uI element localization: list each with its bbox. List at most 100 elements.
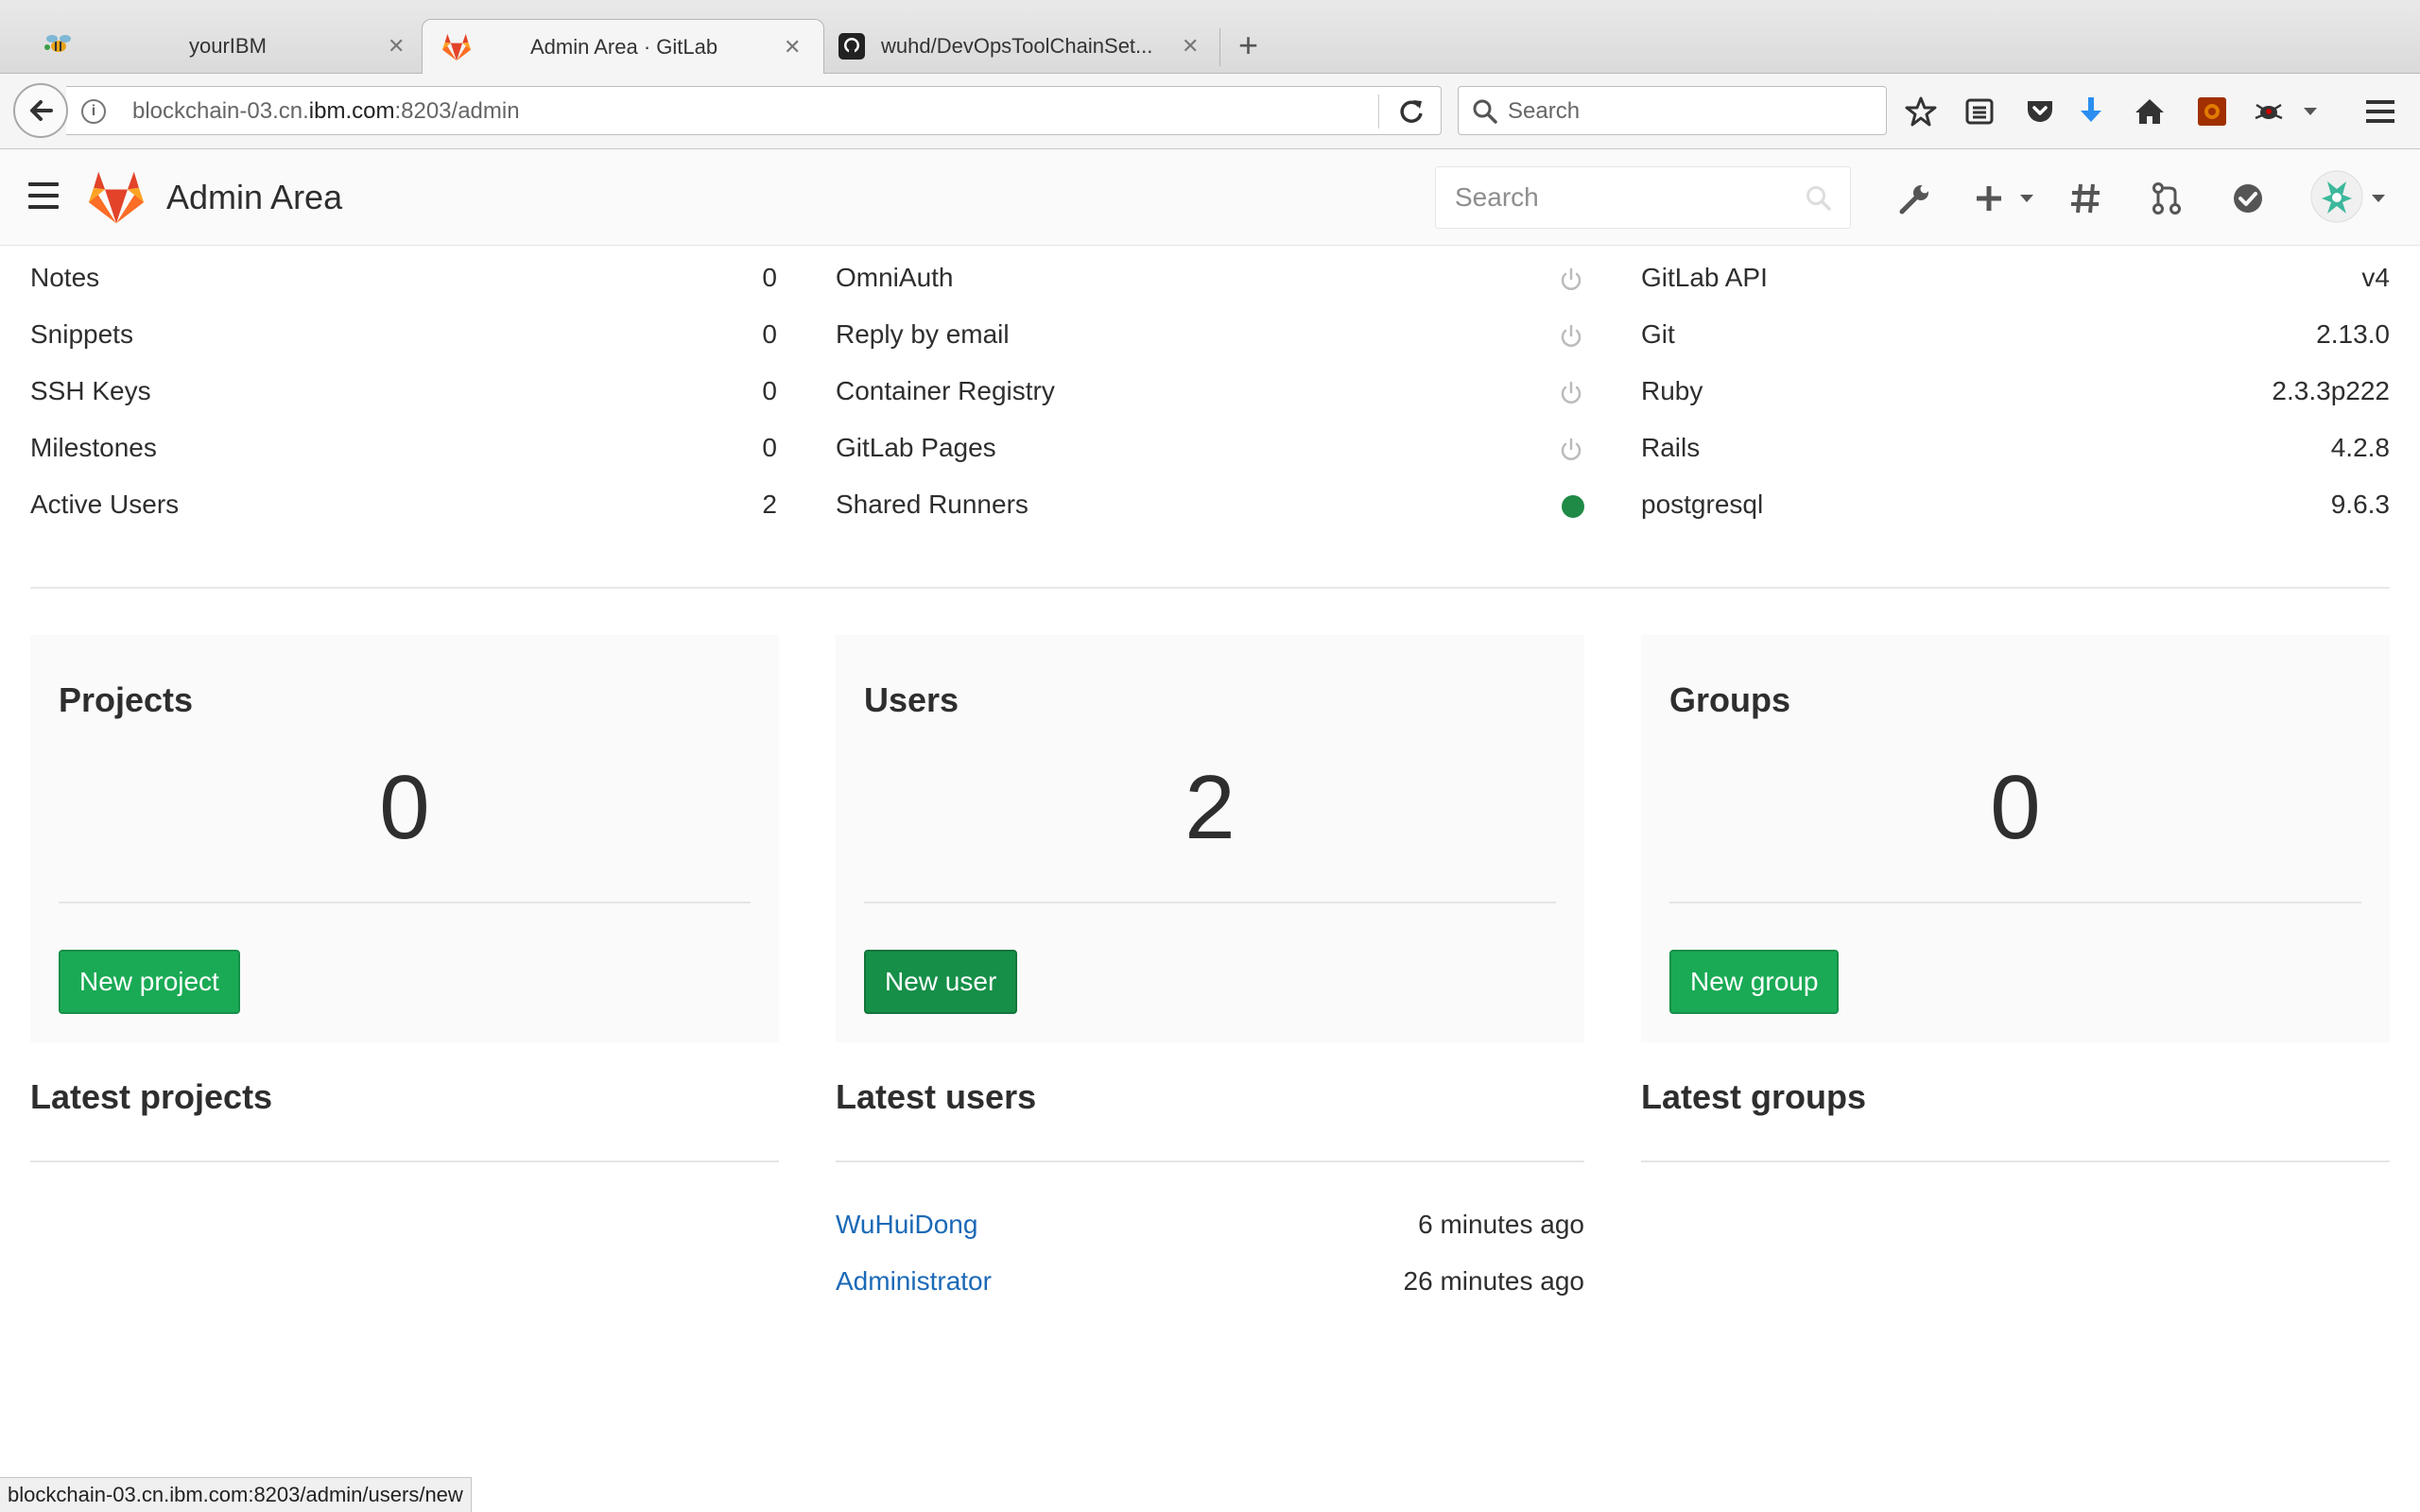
stat-label: Notes [30,263,100,292]
tab-close-icon[interactable]: ✕ [1182,34,1199,59]
projects-count: 0 [379,757,430,858]
stat-value: 0 [762,433,777,462]
component-row: Ruby 2.3.3p222 [1641,367,2390,423]
feature-label: Reply by email [836,319,1010,349]
tab-title: wuhd/DevOpsToolChainSet... [881,34,1153,58]
browser-status-bar: blockchain-03.cn.ibm.com:8203/admin/user… [0,1477,472,1512]
tab-separator [1219,28,1220,66]
tab-github[interactable]: wuhd/DevOpsToolChainSet... ✕ [828,19,1216,74]
browser-menu-icon[interactable] [2361,93,2399,130]
tab-admin-area[interactable]: Admin Area · GitLab ✕ [422,19,824,74]
home-icon[interactable] [2131,93,2169,130]
new-group-button[interactable]: New group [1669,950,1840,1014]
user-created-time: 6 minutes ago [1418,1210,1584,1239]
bookmark-star-icon[interactable] [1902,93,1940,130]
component-label: Ruby [1641,376,1703,405]
reload-icon[interactable] [1394,94,1428,129]
back-button[interactable] [13,83,68,138]
pocket-icon[interactable] [2021,93,2059,130]
gitlab-header: Admin Area [0,149,2420,246]
feature-label: OmniAuth [836,263,954,292]
tab-close-icon[interactable]: ✕ [784,35,801,60]
feature-row: OmniAuth [836,253,1584,310]
feature-label: GitLab Pages [836,433,996,462]
groups-box: Groups 0 New group [1641,635,2390,1042]
download-icon[interactable] [2072,93,2110,130]
site-info-icon[interactable]: i [81,99,106,124]
box-divider [864,902,1556,903]
gitlab-search-field[interactable] [1435,166,1851,229]
overflow-chevron-icon[interactable] [2291,93,2329,130]
merge-requests-icon[interactable] [2148,180,2186,217]
new-user-button[interactable]: New user [864,950,1018,1014]
url-suffix: :8203/admin [394,98,520,124]
latest-projects-divider [30,1160,779,1162]
power-off-icon [1561,381,1582,404]
power-off-icon [1561,324,1582,347]
search-input[interactable] [1436,167,1850,228]
user-link[interactable]: Administrator [836,1266,992,1297]
github-icon [838,32,866,66]
users-count: 2 [1184,757,1236,858]
avatar[interactable] [2308,168,2365,225]
stat-value: 2 [762,490,777,519]
browser-tab-bar: yourIBM ✕ Admin Area · GitLab ✕ wuhd/Dev… [0,0,2420,74]
chevron-down-icon[interactable] [2008,180,2046,217]
extension-icon[interactable] [2193,93,2231,130]
stats-features: OmniAuth Reply by email Container Regist… [836,253,1584,537]
chevron-down-icon[interactable] [2360,180,2397,217]
box-title: Groups [1669,680,1791,719]
stats-components: GitLab API v4 Git 2.13.0 Ruby 2.3.3p222 Rai… [1641,253,2390,537]
component-row: GitLab API v4 [1641,253,2390,310]
bug-extension-icon[interactable] [2250,93,2288,130]
stat-label: Milestones [30,433,157,462]
url-text[interactable]: blockchain-03.cn.ibm.com:8203/admin [132,98,520,125]
admin-wrench-icon[interactable] [1896,180,1934,217]
component-row: Rails 4.2.8 [1641,423,2390,480]
latest-users-divider [836,1160,1584,1162]
page-title: Admin Area [166,178,343,216]
new-project-button[interactable]: New project [59,950,240,1014]
user-link[interactable]: WuHuiDong [836,1210,977,1240]
tab-title: Admin Area · GitLab [530,34,718,59]
list-item: Administrator 26 minutes ago [836,1257,1584,1314]
stat-row: Active Users 2 [30,480,777,537]
stat-row: Notes 0 [30,253,777,310]
latest-projects-heading: Latest projects [30,1077,273,1116]
gitlab-logo-icon[interactable] [87,170,146,225]
feature-label: Shared Runners [836,490,1028,519]
latest-users-heading: Latest users [836,1077,1037,1116]
new-tab-icon[interactable]: + [1238,26,1258,64]
stat-row: Snippets 0 [30,310,777,367]
todos-check-icon[interactable] [2229,180,2267,217]
issues-hash-icon[interactable] [2066,180,2104,217]
section-divider [30,587,2390,589]
component-version: 2.3.3p222 [2272,376,2390,405]
feature-row: GitLab Pages [836,423,1584,480]
new-item-plus-icon[interactable] [1970,180,2008,217]
browser-search-placeholder: Search [1508,98,1581,124]
address-bar[interactable]: i blockchain-03.cn.ibm.com:8203/admin [66,86,1442,135]
search-icon [1806,186,1831,211]
users-box: Users 2 New user [836,635,1584,1042]
enabled-status-dot [1562,495,1584,518]
browser-search-field[interactable]: Search [1458,86,1887,135]
reading-list-icon[interactable] [1961,93,1998,130]
component-version: 2.13.0 [2316,319,2390,349]
stat-value: 0 [762,319,777,349]
component-label: GitLab API [1641,263,1768,292]
feature-row: Shared Runners [836,480,1584,537]
power-off-icon [1561,267,1582,290]
stat-row: Milestones 0 [30,423,777,480]
box-title: Projects [59,680,194,719]
tab-close-icon[interactable]: ✕ [388,34,405,59]
tab-youribm[interactable]: yourIBM ✕ [19,19,416,74]
groups-count: 0 [1990,757,2041,858]
component-version: 9.6.3 [2330,490,2390,519]
component-label: Git [1641,319,1675,349]
component-version: 4.2.8 [2330,433,2390,462]
sidebar-toggle-icon[interactable] [28,182,59,209]
search-icon [1473,99,1497,124]
latest-groups-heading: Latest groups [1641,1077,1867,1116]
ibm-bee-icon [43,32,74,62]
